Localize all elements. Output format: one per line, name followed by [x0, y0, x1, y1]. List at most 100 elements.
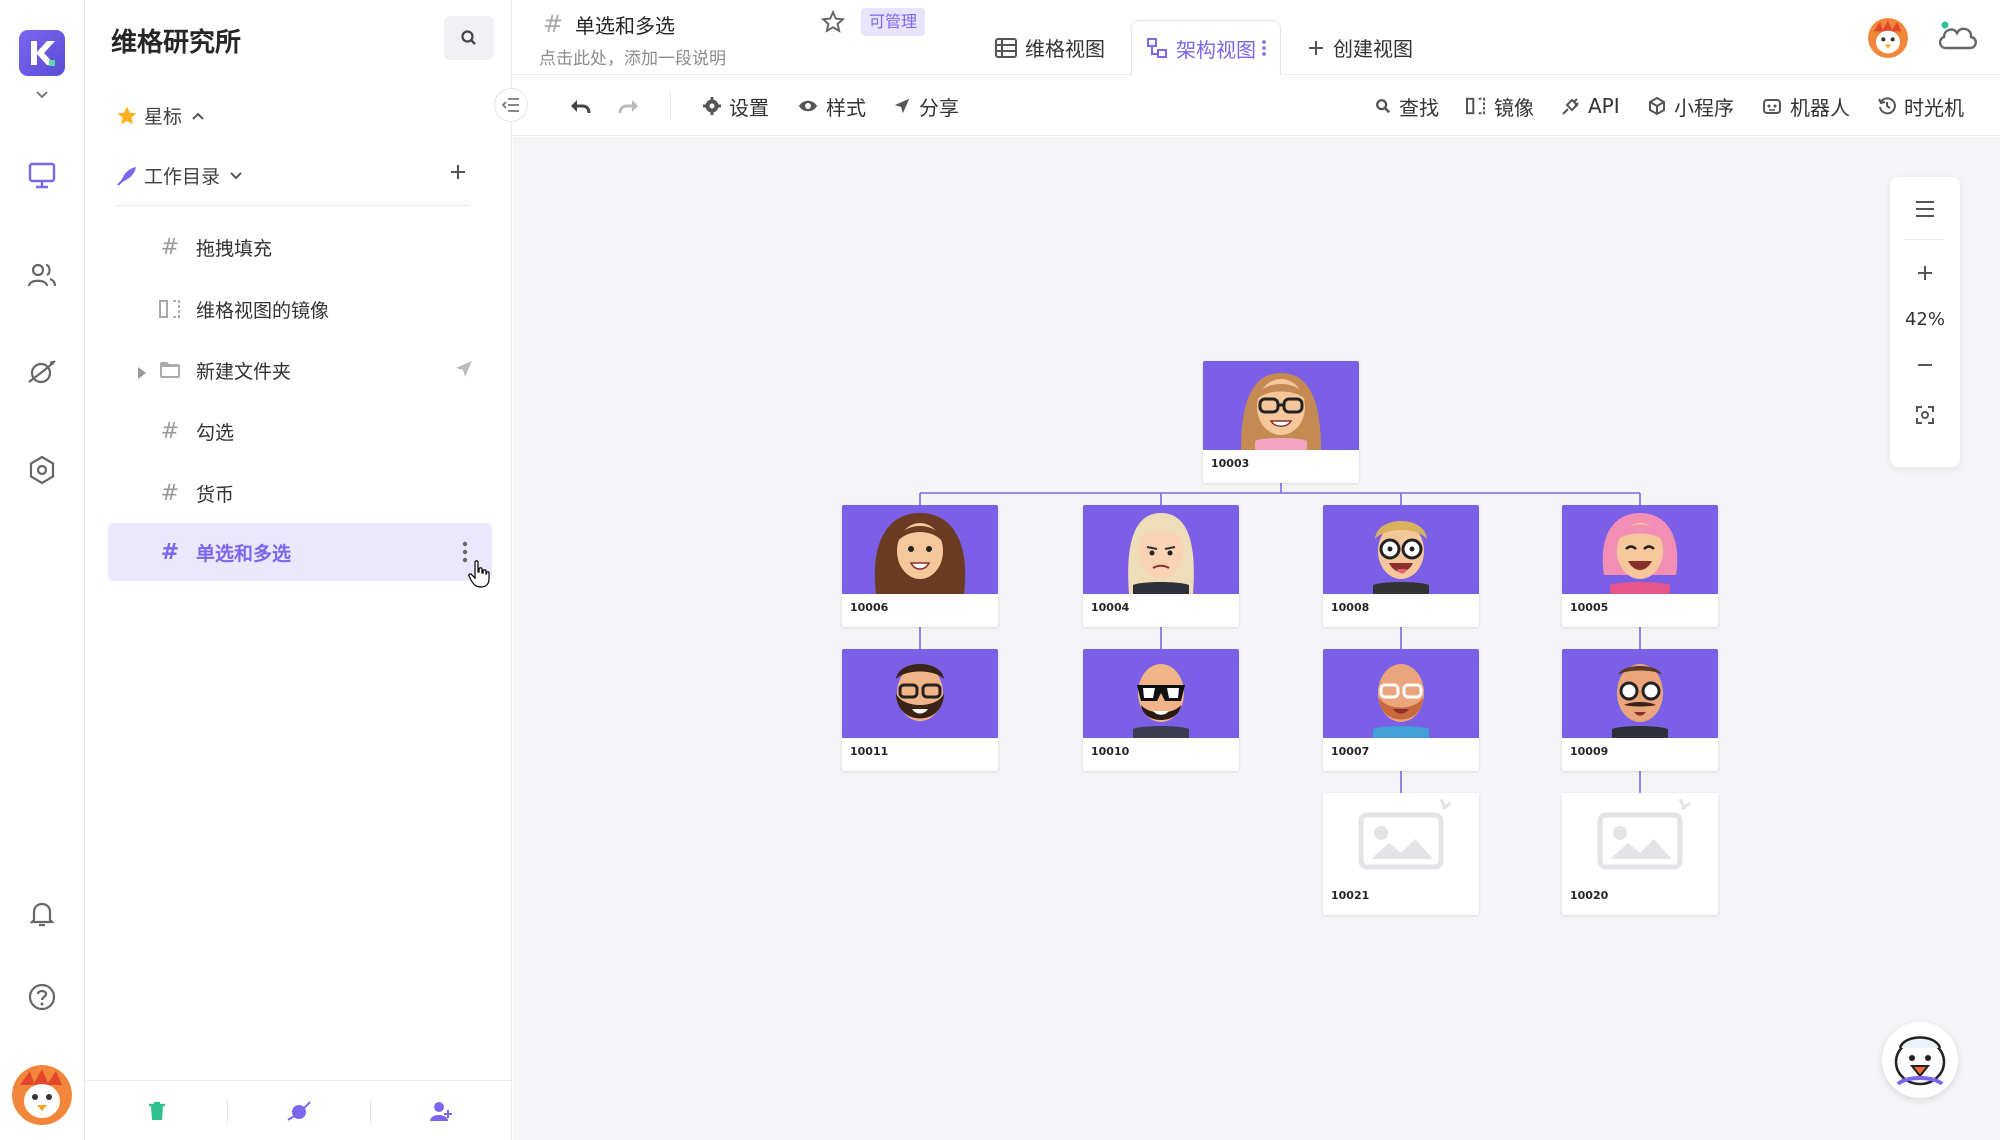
catalog-node-active[interactable]: # 单选和多选 [108, 523, 492, 581]
star-outline-icon[interactable] [820, 9, 846, 38]
node-label: 维格视图的镜像 [196, 299, 330, 322]
catalog-node[interactable]: # 勾选 [108, 402, 492, 460]
tab-create-view[interactable]: 创建视图 [1293, 20, 1427, 75]
grid-view-icon [995, 37, 1017, 58]
org-card[interactable]: 10008 [1323, 505, 1479, 627]
undo-button[interactable] [568, 90, 592, 122]
org-card[interactable]: 10021 [1323, 793, 1479, 915]
image-placeholder-icon [1323, 793, 1479, 882]
tab-org-view[interactable]: 架构视图 [1131, 20, 1281, 75]
gear-icon [703, 97, 721, 115]
add-user-icon [430, 1101, 453, 1121]
find-button[interactable]: 查找 [1375, 90, 1439, 122]
helper-assistant-button[interactable] [1882, 1022, 1958, 1098]
chevron-down-icon[interactable] [22, 74, 62, 114]
org-card[interactable]: 10006 [842, 505, 998, 627]
template-center-button[interactable] [228, 1081, 369, 1140]
tab-label: 维格视图 [1025, 37, 1105, 61]
sidebar-footer [86, 1080, 512, 1140]
settings-button[interactable]: 设置 [703, 90, 769, 122]
eye-icon [798, 99, 818, 113]
time-machine-button[interactable]: 时光机 [1878, 90, 1964, 122]
workbench-icon[interactable] [22, 155, 62, 195]
collaborator-avatar[interactable] [1868, 18, 1908, 58]
node-label: 单选和多选 [196, 542, 292, 565]
starred-section[interactable]: 星标 [116, 102, 206, 129]
org-card[interactable]: 10010 [1083, 649, 1239, 771]
org-card[interactable]: 10007 [1323, 649, 1479, 771]
invite-member-button[interactable] [371, 1081, 512, 1140]
redo-button[interactable] [617, 90, 641, 122]
record-id: 10021 [1331, 889, 1370, 902]
avatar [842, 649, 998, 738]
collapse-sidebar-button[interactable] [494, 88, 528, 122]
catalog-node[interactable]: # 拖拽填充 [108, 218, 492, 276]
fit-view-button[interactable] [1890, 395, 1960, 435]
org-card[interactable]: 10003 [1203, 361, 1359, 483]
more-vertical-icon[interactable] [1262, 39, 1266, 57]
chevron-down-icon[interactable] [228, 168, 244, 184]
style-label: 样式 [826, 95, 866, 120]
plus-icon [451, 165, 465, 179]
catalog-node[interactable]: 维格视图的镜像 [108, 280, 492, 338]
collapse-icon [502, 98, 519, 112]
catalog-section[interactable]: 工作目录 [116, 162, 244, 189]
record-id: 10010 [1091, 745, 1130, 758]
catalog-node[interactable]: # 货币 [108, 464, 492, 522]
robot-button[interactable]: 机器人 [1762, 90, 1850, 122]
help-icon[interactable] [22, 977, 62, 1017]
mini-program-button[interactable]: 小程序 [1648, 90, 1734, 122]
redo-icon [618, 100, 638, 114]
zoom-out-button[interactable] [1890, 345, 1960, 385]
caret-right-icon[interactable] [136, 363, 148, 385]
org-chart-canvas[interactable]: 10003 10006 10004 10008 10005 10011 1001… [513, 137, 2000, 1140]
avatar [1562, 505, 1718, 594]
record-id: 10005 [1570, 601, 1609, 614]
rocket-icon [116, 165, 138, 187]
app-logo[interactable] [19, 30, 65, 76]
template-planet-icon[interactable] [22, 352, 62, 392]
share-button[interactable]: 分享 [893, 90, 959, 122]
trash-button[interactable] [86, 1081, 227, 1140]
datasheet-title[interactable]: 单选和多选 [575, 10, 675, 39]
view-toolbar: 设置 样式 分享 查找 镜像 API 小程序 机器人 时光机 [513, 76, 2000, 136]
node-label: 货币 [196, 483, 235, 506]
catalog-sidebar: 维格研究所 星标 工作目录 # 拖拽填充 维格视图的镜像 新建文件夹 # 勾选 … [86, 0, 512, 1140]
search-button[interactable] [444, 16, 494, 60]
hand-cursor-icon [468, 560, 490, 592]
datasheet-description[interactable]: 点击此处，添加一段说明 [539, 44, 726, 69]
mirror-label: 镜像 [1494, 95, 1534, 120]
api-button[interactable]: API [1562, 90, 1620, 122]
robot-label: 机器人 [1790, 95, 1850, 120]
find-label: 查找 [1399, 95, 1439, 120]
tab-grid-view[interactable]: 维格视图 [981, 20, 1119, 75]
catalog-folder-node[interactable]: 新建文件夹 [108, 341, 492, 399]
tab-label: 创建视图 [1333, 37, 1413, 61]
menu-button[interactable] [1890, 189, 1960, 229]
org-card[interactable]: 10011 [842, 649, 998, 771]
settings-hexagon-icon[interactable] [22, 450, 62, 490]
hash-icon: # [160, 480, 180, 506]
style-button[interactable]: 样式 [798, 90, 866, 122]
chevron-up-icon[interactable] [190, 108, 206, 124]
org-card[interactable]: 10009 [1562, 649, 1718, 771]
zoom-in-button[interactable] [1890, 253, 1960, 293]
permission-badge: 可管理 [861, 8, 926, 36]
space-name[interactable]: 维格研究所 [111, 22, 241, 59]
time-machine-label: 时光机 [1904, 95, 1964, 120]
user-avatar[interactable] [12, 1065, 72, 1125]
tab-label: 架构视图 [1176, 37, 1256, 62]
search-icon [1375, 98, 1391, 114]
add-node-button[interactable] [448, 162, 468, 186]
menu-icon [1916, 201, 1934, 217]
node-label: 勾选 [196, 421, 235, 444]
mirror-button[interactable]: 镜像 [1466, 90, 1534, 122]
send-icon[interactable] [454, 359, 474, 384]
members-icon[interactable] [22, 255, 62, 295]
cloud-sync-icon[interactable] [1936, 18, 1980, 58]
notification-bell-icon[interactable] [22, 894, 62, 934]
org-card[interactable]: 10020 [1562, 793, 1718, 915]
org-card[interactable]: 10004 [1083, 505, 1239, 627]
plus-icon [1307, 39, 1325, 57]
org-card[interactable]: 10005 [1562, 505, 1718, 627]
